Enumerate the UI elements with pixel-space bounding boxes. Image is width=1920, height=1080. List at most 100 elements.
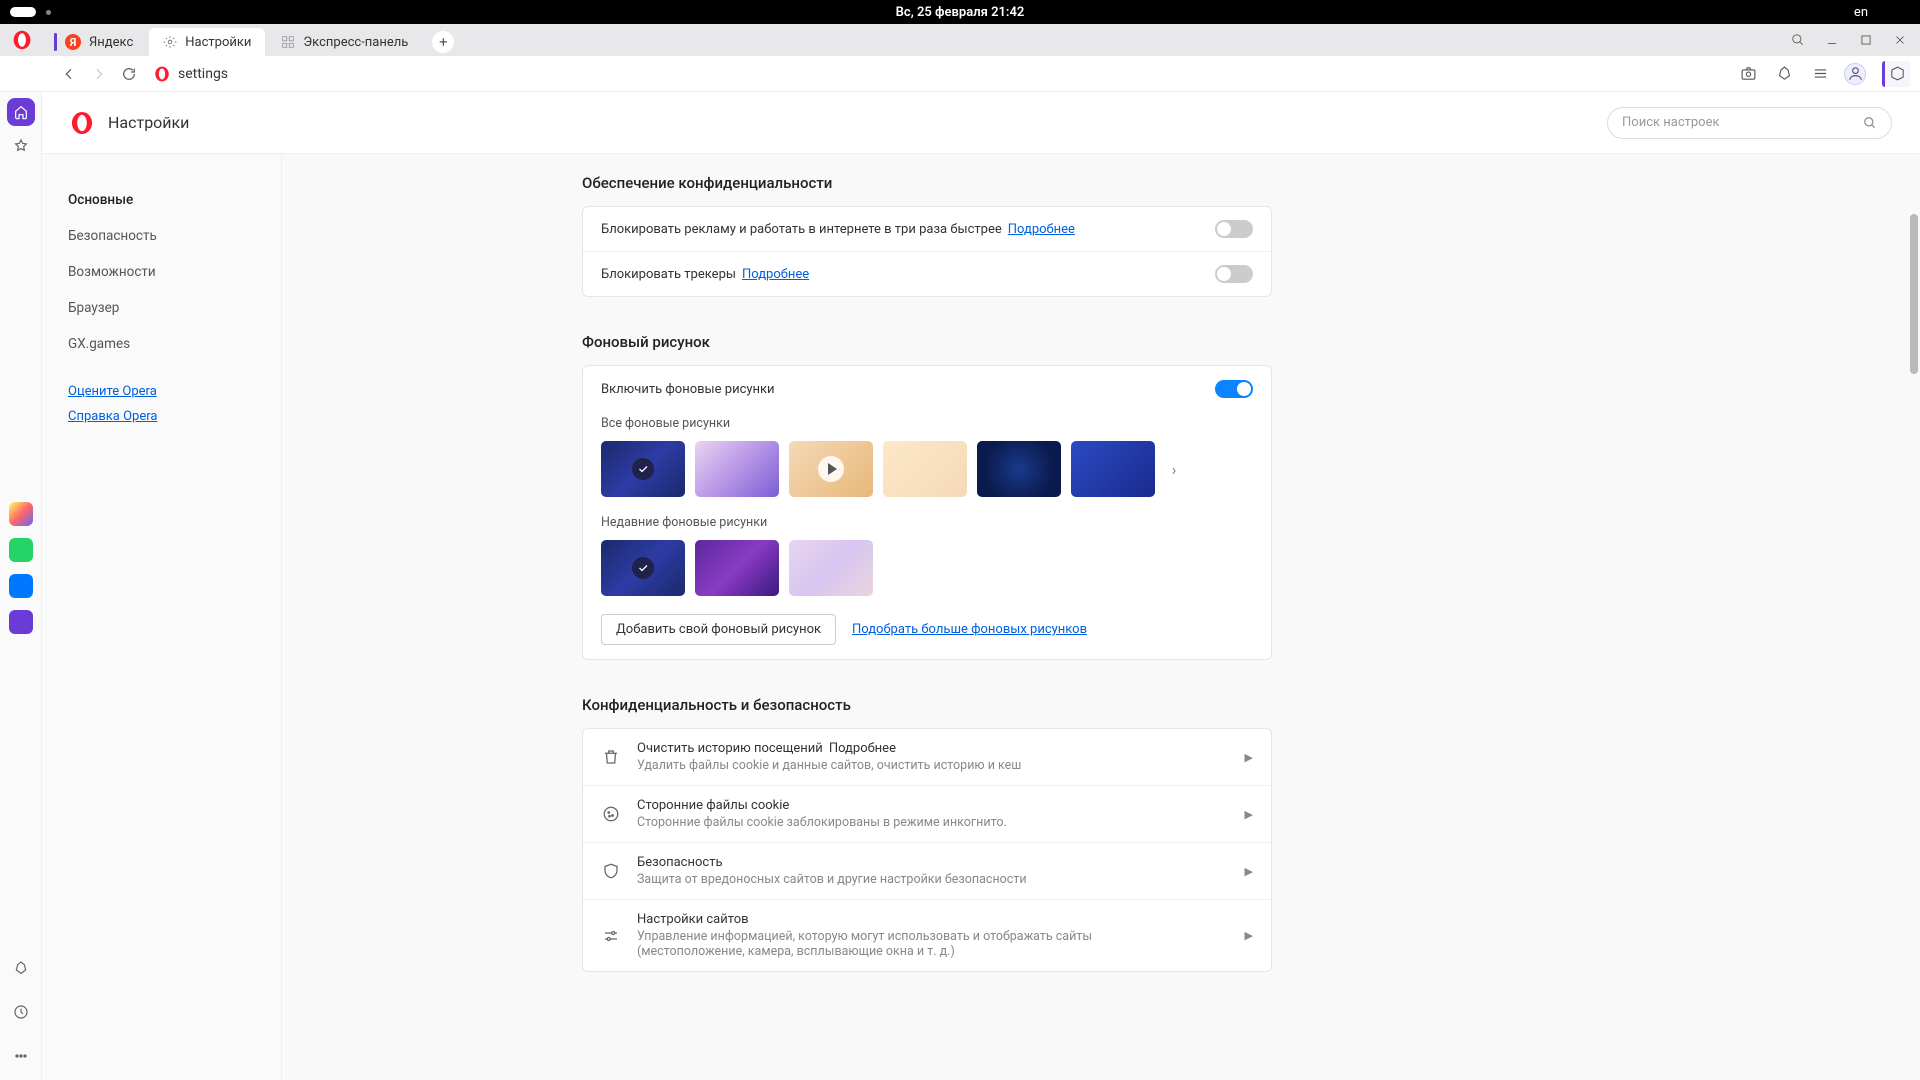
safety-row[interactable]: Безопасность Защита от вредоносных сайто… (583, 843, 1271, 900)
row-desc: Защита от вредоносных сайтов и другие на… (637, 872, 1117, 887)
sidebar-bookmarks[interactable] (7, 132, 35, 160)
url-text: settings (178, 66, 228, 82)
back-button[interactable] (54, 59, 84, 89)
cookie-icon (601, 804, 621, 824)
row-label: Блокировать трекеры (601, 267, 736, 282)
chevron-right-icon: ▶ (1245, 865, 1253, 878)
nav-item-basic[interactable]: Основные (56, 182, 267, 218)
nav-item-security[interactable]: Безопасность (56, 218, 267, 254)
sidebar-more[interactable] (7, 1042, 35, 1070)
tab-label: Настройки (185, 35, 251, 50)
row-desc: Управление информацией, которую могут ис… (637, 929, 1117, 959)
yandex-icon: Я (65, 34, 81, 50)
settings-page: Настройки Поиск настроек Основные Безопа… (42, 92, 1920, 1080)
wallpaper-thumb[interactable] (883, 441, 967, 497)
tracker-toggle[interactable] (1215, 265, 1253, 283)
sidebar-home[interactable] (7, 98, 35, 126)
clear-history-row[interactable]: Очистить историю посещений Подробнее Удал… (583, 729, 1271, 786)
nav-item-gxgames[interactable]: GX.games (56, 326, 267, 362)
tab-speeddial[interactable]: Экспресс-панель (267, 28, 422, 56)
wallpaper-thumb[interactable] (601, 540, 685, 596)
window-dot (46, 10, 51, 15)
new-tab-button[interactable]: + (432, 31, 454, 53)
more-wallpapers-link[interactable]: Подобрать больше фоновых рисунков (852, 622, 1087, 637)
opera-logo-icon (70, 111, 94, 135)
sidebar-history[interactable] (7, 998, 35, 1026)
section-privacy: Обеспечение конфиденциальности Блокирова… (582, 174, 1272, 297)
wallpaper-recent-label: Недавние фоновые рисунки (601, 515, 1253, 530)
section-heading: Конфиденциальность и безопасность (582, 696, 1272, 714)
help-opera-link[interactable]: Справка Opera (56, 409, 267, 424)
learn-more-link[interactable]: Подробнее (1008, 222, 1075, 237)
maximize-button[interactable] (1854, 28, 1878, 52)
sidebar-app-player[interactable] (9, 610, 33, 634)
forward-button[interactable] (84, 59, 114, 89)
rate-opera-link[interactable]: Оцените Opera (56, 384, 267, 399)
row-title: Очистить историю посещений (637, 741, 823, 756)
tab-yandex[interactable]: Я Яндекс (40, 28, 147, 56)
wallpaper-all-label: Все фоновые рисунки (601, 416, 1253, 431)
wallpaper-thumb[interactable] (695, 441, 779, 497)
tab-accent-bar (54, 33, 57, 51)
nav-item-browser[interactable]: Браузер (56, 290, 267, 326)
check-icon (632, 458, 654, 480)
cookies-row[interactable]: Сторонние файлы cookie Сторонние файлы c… (583, 786, 1271, 843)
wallpaper-thumb[interactable] (789, 441, 873, 497)
page-title: Настройки (108, 113, 189, 132)
keyboard-lang[interactable]: en (1854, 5, 1868, 20)
chevron-right-icon: ▶ (1245, 929, 1253, 942)
tab-bar: Я Яндекс Настройки Экспресс-панель + (0, 24, 1920, 56)
os-clock[interactable]: Вс, 25 февраля 21:42 (896, 5, 1025, 20)
add-wallpaper-button[interactable]: Добавить свой фоновый рисунок (601, 614, 836, 645)
adblock-toggle[interactable] (1215, 220, 1253, 238)
profile-button[interactable] (1844, 63, 1866, 85)
sidebar-app-vk[interactable] (9, 574, 33, 598)
extensions-button[interactable] (1882, 61, 1910, 87)
sidebar-app-whatsapp[interactable] (9, 538, 33, 562)
activities-pill[interactable] (10, 7, 36, 17)
wallpaper-thumb[interactable] (601, 441, 685, 497)
scrollbar-thumb[interactable] (1910, 214, 1918, 374)
sidebar-app-aria[interactable] (9, 502, 33, 526)
wallpaper-toggle[interactable] (1215, 380, 1253, 398)
nav-item-features[interactable]: Возможности (56, 254, 267, 290)
sidebar-rail (0, 92, 42, 1080)
row-desc: Удалить файлы cookie и данные сайтов, оч… (637, 758, 1117, 773)
site-settings-row[interactable]: Настройки сайтов Управление информацией,… (583, 900, 1271, 971)
sidebar-pinboards[interactable] (7, 954, 35, 982)
wallpaper-next-button[interactable]: › (1165, 460, 1183, 479)
opera-favicon-icon (154, 66, 170, 82)
gear-icon (163, 35, 177, 49)
close-button[interactable] (1888, 28, 1912, 52)
learn-more-link[interactable]: Подробнее (742, 267, 809, 282)
reload-button[interactable] (114, 59, 144, 89)
search-tabs-button[interactable] (1786, 28, 1810, 52)
settings-content[interactable]: Обеспечение конфиденциальности Блокирова… (282, 154, 1920, 1080)
row-label: Блокировать рекламу и работать в интерне… (601, 222, 1002, 237)
url-field[interactable]: settings (154, 66, 228, 82)
adblock-row: Блокировать рекламу и работать в интерне… (583, 207, 1271, 252)
snapshot-button[interactable] (1736, 62, 1760, 86)
opera-logo-icon[interactable] (12, 30, 32, 50)
tab-label: Экспресс-панель (303, 35, 408, 50)
search-icon (1863, 116, 1877, 130)
learn-more-link[interactable]: Подробнее (829, 741, 896, 756)
wallpaper-thumb[interactable] (789, 540, 873, 596)
tab-settings[interactable]: Настройки (149, 28, 265, 56)
row-label: Включить фоновые рисунки (601, 382, 775, 397)
bookmark-button[interactable] (1772, 62, 1796, 86)
row-title: Сторонние файлы cookie (637, 798, 1229, 813)
play-icon (818, 456, 844, 482)
search-placeholder: Поиск настроек (1622, 115, 1720, 130)
os-menubar: Вс, 25 февраля 21:42 en (0, 0, 1920, 24)
wallpaper-thumb[interactable] (695, 540, 779, 596)
minimize-button[interactable] (1820, 28, 1844, 52)
easy-setup-button[interactable] (1808, 62, 1832, 86)
row-title: Безопасность (637, 855, 1229, 870)
section-wallpaper: Фоновый рисунок Включить фоновые рисунки… (582, 333, 1272, 660)
settings-search[interactable]: Поиск настроек (1607, 107, 1892, 139)
wallpaper-thumb[interactable] (1071, 441, 1155, 497)
address-bar: settings (0, 56, 1920, 92)
sliders-icon (601, 926, 621, 946)
wallpaper-thumb[interactable] (977, 441, 1061, 497)
